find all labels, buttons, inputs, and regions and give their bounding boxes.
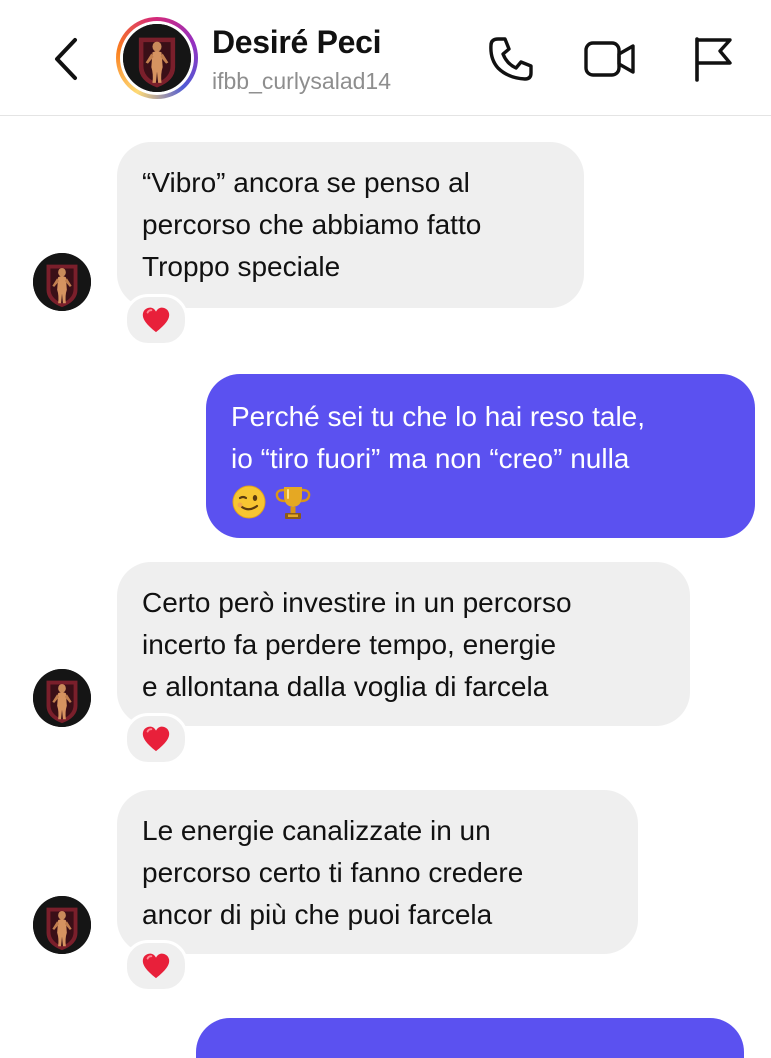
heart-reaction[interactable]: [124, 294, 188, 346]
report-button[interactable]: [686, 32, 740, 86]
incoming-message-bubble[interactable]: “Vibro” ancora se penso al percorso che …: [117, 142, 584, 308]
back-button[interactable]: [44, 34, 88, 84]
red-heart-emoji: [141, 952, 171, 980]
trophy-emoji: [275, 487, 311, 519]
red-heart-emoji: [141, 725, 171, 753]
contact-username[interactable]: ifbb_curlysalad14: [212, 68, 391, 95]
sender-avatar[interactable]: [33, 896, 91, 954]
winking-face-emoji: [232, 485, 266, 519]
contact-name[interactable]: Desiré Peci: [212, 24, 382, 61]
flag-icon: [695, 37, 732, 82]
sender-avatar[interactable]: [33, 253, 91, 311]
video-camera-icon: [584, 41, 635, 77]
message-line: “Vibro” ancora se penso al: [142, 167, 470, 198]
message-line: e allontana dalla voglia di farcela: [142, 671, 549, 702]
sender-avatar[interactable]: [33, 669, 91, 727]
contact-avatar[interactable]: [116, 17, 198, 99]
message-line: percorso certo ti fanno credere: [142, 857, 524, 888]
message-line: percorso che abbiamo fatto: [142, 209, 482, 240]
avatar: [123, 24, 191, 92]
message-line: Troppo speciale: [142, 251, 341, 282]
chevron-left-icon: [55, 38, 77, 80]
audio-call-button[interactable]: [484, 32, 538, 86]
message-thread[interactable]: “Vibro” ancora se penso al percorso che …: [0, 116, 771, 1058]
message-line: Certo però investire in un percorso: [142, 587, 572, 618]
outgoing-message-bubble-partial[interactable]: [196, 1018, 744, 1058]
message-line: ancor di più che puoi farcela: [142, 899, 493, 930]
phone-icon: [489, 37, 533, 81]
message-line: Le energie canalizzate in un: [142, 815, 491, 846]
incoming-message-bubble[interactable]: Certo però investire in un percorso ince…: [117, 562, 690, 726]
heart-reaction[interactable]: [124, 940, 188, 992]
chat-header: Desiré Peci ifbb_curlysalad14: [0, 0, 771, 116]
message-line: io “tiro fuori” ma non “creo” nulla: [231, 443, 630, 474]
red-heart-emoji: [141, 306, 171, 334]
outgoing-message-bubble[interactable]: Perché sei tu che lo hai reso tale, io “…: [206, 374, 755, 538]
emoji-row: [231, 482, 727, 522]
heart-reaction[interactable]: [124, 713, 188, 765]
message-line: incerto fa perdere tempo, energie: [142, 629, 557, 660]
incoming-message-bubble[interactable]: Le energie canalizzate in un percorso ce…: [117, 790, 638, 954]
video-call-button[interactable]: [583, 32, 637, 86]
message-line: Perché sei tu che lo hai reso tale,: [231, 401, 646, 432]
